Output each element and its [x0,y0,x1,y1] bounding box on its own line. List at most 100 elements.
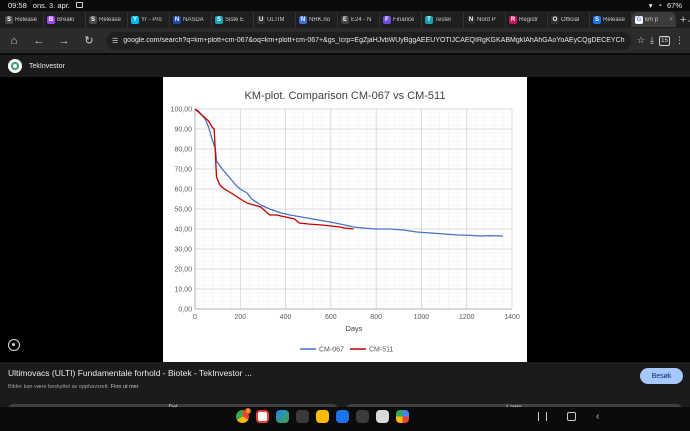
tab-label: Official [561,16,580,23]
tab-label: NASDA [183,16,204,23]
browser-tab[interactable]: O Official [548,12,590,27]
y-tick-label: 40,00 [174,227,192,234]
meet-app-icon[interactable] [336,410,349,423]
download-icon[interactable]: ⤓ [650,35,654,46]
y-tick-label: 100,00 [171,107,193,114]
browser-tab[interactable]: S Release [590,12,632,27]
menu-dots-icon[interactable]: ⋮ [675,35,684,46]
wifi-icon: ◔ [657,0,662,10]
y-tick-label: 30,00 [174,247,192,254]
tab-label: Nord P [477,16,496,23]
chrome-app-icon[interactable]: 1 [236,408,251,423]
result-title[interactable]: Ultimovacs (ULTI) Fundamentale forhold -… [8,368,682,378]
chart-legend: CM-067 CM-511 [300,347,393,354]
battery-level: 67% [666,0,682,10]
taskbar: 1 ‹ [0,407,690,431]
browser-tab[interactable]: Y Yr - Pro [128,12,170,27]
status-bar: 09:58 ons. 3. apr. ▾ ◔ 67% [0,0,690,10]
address-bar[interactable]: ☰ google.com/search?q=km+plott+cm-067&oq… [106,31,631,50]
calendar-app-icon[interactable] [276,410,289,423]
tab-favicon-icon: S [89,15,97,24]
browser-tab[interactable]: N Nord P [464,12,506,27]
status-date: ons. 3. apr. [32,0,70,10]
tab-favicon-icon: S [5,15,13,24]
home-button-icon[interactable] [567,412,576,421]
browser-tab[interactable]: S Release [2,12,44,27]
x-tick-label: 800 [370,314,382,321]
recent-apps-icon[interactable] [538,412,547,421]
tab-search-icon[interactable]: ⌄ [686,15,690,24]
browser-tab[interactable]: S Release [86,12,128,27]
tab-favicon-icon: U [257,15,265,24]
x-tick-label: 400 [280,314,292,321]
google-lens-icon[interactable] [8,339,20,351]
browser-tab[interactable]: Gkm p × [632,12,676,27]
browser-tab[interactable]: N NASDA [170,12,212,27]
reload-icon[interactable]: ↻ [81,33,97,49]
status-time: 09:58 [8,0,27,10]
y-tick-label: 50,00 [174,207,192,214]
image-viewer: KM-plot. Comparison CM-067 vs CM-511 0,0… [0,77,690,362]
legend-label: CM-067 [319,347,344,354]
tab-label: NRK.no [309,16,331,23]
tab-switcher-button[interactable]: 15 [659,35,670,46]
browser-tab[interactable]: E E24 - N [338,12,380,27]
source-name: TekInvestor [29,62,65,70]
site-info-icon[interactable]: ☰ [112,37,118,45]
screen: 09:58 ons. 3. apr. ▾ ◔ 67% S Release B Brea… [0,0,690,431]
files-app-icon[interactable] [296,410,309,423]
x-tick-label: 1200 [459,314,475,321]
learn-more-link[interactable]: Finn ut mer [111,384,139,390]
tab-favicon-icon: N [299,15,307,24]
system-back-icon[interactable]: ‹ [596,412,599,422]
chart-grid [194,108,513,310]
image-source-header[interactable]: TekInvestor [0,55,690,77]
forward-icon[interactable]: → [56,33,72,49]
y-tick-label: 10,00 [174,287,192,294]
y-tick-label: 80,00 [174,147,192,154]
y-tick-label: 0,00 [178,307,192,314]
source-logo-icon [8,59,22,73]
tab-favicon-icon: F [383,15,391,24]
tab-favicon-icon: Y [131,15,139,24]
tab-close-icon[interactable]: × [669,17,673,23]
settings-app-icon[interactable] [356,410,369,423]
browser-tab[interactable]: T Tester [422,12,464,27]
back-icon[interactable]: ← [31,33,47,49]
copyright-note: Bilder kan være beskyttet av opphavsrett… [8,384,682,390]
photos-app-icon[interactable] [396,410,409,423]
gmail-app-icon[interactable] [256,410,269,423]
browser-tab[interactable]: B Breaki [44,12,86,27]
tab-label: km p [645,16,659,23]
address-row: ⌂ ← → ↻ ☰ google.com/search?q=km+plott+c… [0,28,690,53]
tab-label: Release [15,16,38,23]
browser-tab[interactable]: U ULTIM [254,12,296,27]
chart-image[interactable]: KM-plot. Comparison CM-067 vs CM-511 0,0… [163,77,527,362]
tab-label: Release [99,16,122,23]
browser-tab[interactable]: N NRK.no [296,12,338,27]
tab-favicon-icon: S [593,15,601,24]
tab-label: Release [603,16,626,23]
image-caption: Ultimovacs (ULTI) Fundamentale forhold -… [0,362,690,402]
tab-label: Registr [519,16,539,23]
tab-label: Finance [393,16,415,23]
visit-button[interactable]: Besøk [640,368,683,384]
chart-title: KM-plot. Comparison CM-067 vs CM-511 [245,90,446,102]
x-axis-label: Days [345,324,362,333]
legend-label: CM-511 [369,347,393,354]
bookmark-star-icon[interactable]: ☆ [637,35,645,46]
browser-tab[interactable]: R Registr [506,12,548,27]
tab-label: Breaki [57,16,75,23]
browser-tab[interactable]: F Finance [380,12,422,27]
y-tick-label: 20,00 [174,267,192,274]
home-icon[interactable]: ⌂ [6,33,22,49]
camera-app-icon[interactable] [376,410,389,423]
app-badge: 1 [245,408,251,414]
notes-app-icon[interactable] [316,410,329,423]
tab-favicon-icon: N [173,15,181,24]
tab-label: ULTIM [267,16,285,23]
x-tick-label: 1400 [504,314,520,321]
browser-tab[interactable]: S Siste E [212,12,254,27]
tab-label: Yr - Pro [141,16,162,23]
tab-favicon-icon: S [215,15,223,24]
